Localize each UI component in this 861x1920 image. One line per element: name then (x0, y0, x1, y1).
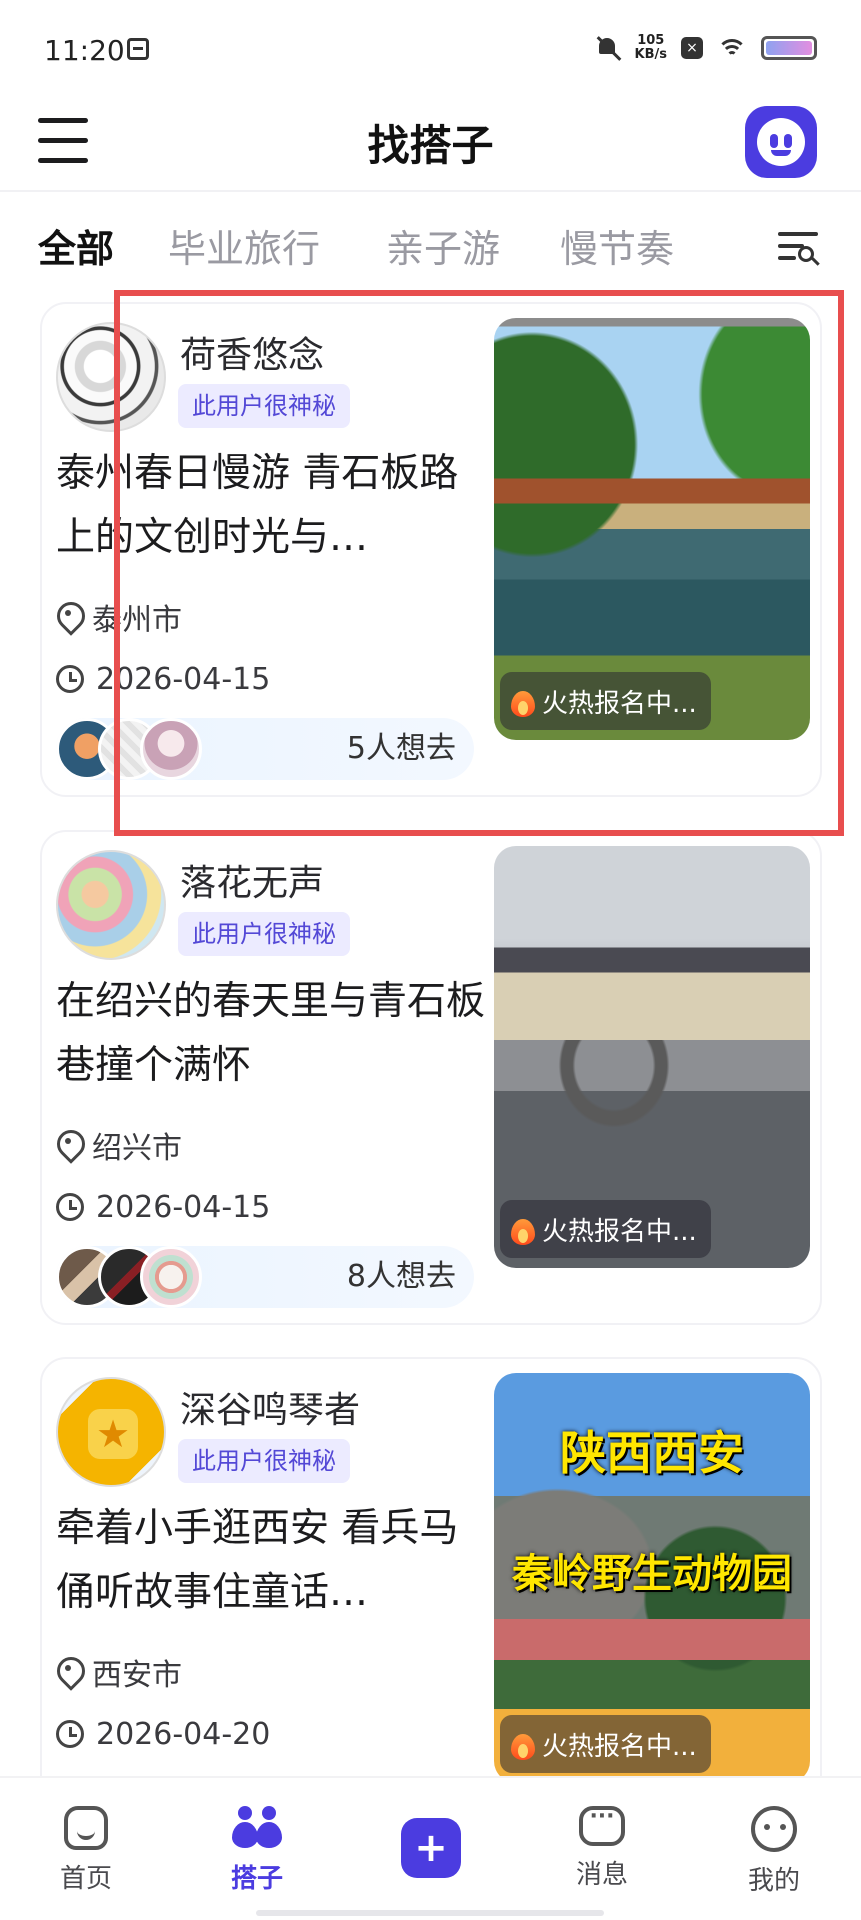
bot-face-icon (757, 118, 805, 166)
nav-messages[interactable]: 消息 (542, 1804, 662, 1891)
profile-icon (751, 1806, 797, 1852)
trip-cover-image[interactable]: 火热报名中... (494, 846, 810, 1268)
fire-icon (510, 1728, 536, 1760)
tab-all[interactable]: 全部 (38, 218, 114, 273)
clock-icon (56, 1720, 84, 1748)
fire-icon (510, 685, 536, 717)
clock-icon (56, 665, 84, 693)
avatar[interactable] (56, 322, 166, 432)
wifi-icon (717, 37, 747, 59)
hot-signup-text: 火热报名中... (542, 1731, 697, 1762)
avatar[interactable] (56, 850, 166, 960)
page-title: 找搭子 (367, 121, 494, 170)
nav-profile-label: 我的 (747, 1866, 800, 1896)
cover-caption-subtitle: 秦岭野生动物园 (512, 1551, 792, 1597)
date-text: 2026-04-15 (96, 1189, 271, 1225)
user-badge: 此用户很神秘 (178, 912, 350, 956)
tab-graduation-trip[interactable]: 毕业旅行 (168, 218, 320, 273)
battery-icon (761, 36, 817, 60)
hot-signup-tag: 火热报名中... (500, 1200, 711, 1258)
location-row: 西安市 (56, 1652, 182, 1693)
hot-signup-text: 火热报名中... (542, 688, 697, 719)
top-bar: 找搭子 (0, 96, 861, 192)
cover-caption-title: 陕西西安 (560, 1426, 744, 1480)
user-badge: 此用户很神秘 (178, 384, 350, 428)
hot-signup-tag: 火热报名中... (500, 1715, 711, 1773)
home-icon (64, 1806, 108, 1850)
status-icons: 105 KB/s × (595, 30, 817, 66)
nav-home-label: 首页 (59, 1864, 112, 1894)
location-text: 西安市 (92, 1658, 182, 1693)
trip-title[interactable]: 牵着小手逛西安 看兵马俑听故事住童话… (56, 1497, 486, 1625)
interested-count: 8人想去 (346, 1259, 456, 1294)
interested-bar[interactable]: 5人想去 (56, 718, 474, 780)
status-bar: 11:20 105 KB/s × (0, 0, 861, 96)
message-icon (579, 1804, 625, 1846)
network-speed: 105 KB/s (635, 34, 667, 62)
trip-card[interactable]: 落花无声 此用户很神秘 在绍兴的春天里与青石板巷撞个满怀 绍兴市 2026-04… (40, 830, 822, 1325)
app-screen: 11:20 105 KB/s × 找搭子 全部 毕业旅行 亲子游 慢节奏 荷香悠… (0, 0, 861, 1920)
nav-partner[interactable]: 搭子 (197, 1806, 317, 1895)
nav-profile[interactable]: 我的 (714, 1806, 834, 1897)
trip-title[interactable]: 在绍兴的春天里与青石板巷撞个满怀 (56, 970, 486, 1098)
category-tabs: 全部 毕业旅行 亲子游 慢节奏 (0, 210, 861, 280)
username[interactable]: 深谷鸣琴者 (180, 1381, 360, 1433)
bottom-navigation: 首页 搭子 + 消息 我的 (0, 1776, 861, 1920)
status-time: 11:20 (44, 34, 125, 67)
add-post-button[interactable]: + (401, 1818, 461, 1878)
username[interactable]: 荷香悠念 (180, 326, 324, 378)
date-text: 2026-04-20 (96, 1716, 271, 1752)
partner-icon (232, 1806, 282, 1850)
trip-card[interactable]: 荷香悠念 此用户很神秘 泰州春日慢游 青石板路上的文创时光与… 泰州市 2026… (40, 302, 822, 797)
user-badge: 此用户很神秘 (178, 1439, 350, 1483)
home-indicator (256, 1910, 604, 1916)
username[interactable]: 落花无声 (180, 854, 324, 906)
trip-cover-image[interactable]: 陕西西安 秦岭野生动物园 火热报名中... (494, 1373, 810, 1783)
avatar[interactable]: ★ (56, 1377, 166, 1487)
hot-signup-tag: 火热报名中... (500, 672, 711, 730)
nav-partner-label: 搭子 (230, 1864, 283, 1894)
trip-title[interactable]: 泰州春日慢游 青石板路上的文创时光与… (56, 442, 486, 570)
mute-icon (595, 35, 621, 61)
sim-off-icon: × (681, 37, 703, 59)
hot-signup-text: 火热报名中... (542, 1216, 697, 1247)
location-row: 绍兴市 (56, 1125, 182, 1166)
location-pin-icon (56, 602, 80, 632)
nav-home[interactable]: 首页 (26, 1806, 146, 1895)
network-speed-unit: KB/s (634, 47, 667, 62)
star-icon: ★ (88, 1409, 138, 1459)
nav-messages-label: 消息 (575, 1860, 628, 1890)
calendar-notification-icon (127, 38, 149, 60)
network-speed-value: 105 (637, 33, 665, 48)
date-row: 2026-04-15 (56, 1187, 270, 1227)
location-text: 泰州市 (92, 603, 182, 638)
assistant-bot-button[interactable] (745, 106, 817, 178)
trip-cover-image[interactable]: 火热报名中... (494, 318, 810, 740)
interested-user-avatar (140, 718, 202, 780)
clock-icon (56, 1193, 84, 1221)
interested-bar[interactable]: 8人想去 (56, 1246, 474, 1308)
date-row: 2026-04-15 (56, 659, 270, 699)
location-row: 泰州市 (56, 597, 182, 638)
trip-card[interactable]: ★ 深谷鸣琴者 此用户很神秘 牵着小手逛西安 看兵马俑听故事住童话… 西安市 2… (40, 1357, 822, 1817)
filter-search-icon[interactable] (774, 224, 822, 268)
header-divider (0, 190, 861, 192)
fire-icon (510, 1213, 536, 1245)
location-pin-icon (56, 1130, 80, 1160)
interested-user-avatar (140, 1246, 202, 1308)
tab-family-trip[interactable]: 亲子游 (386, 218, 500, 273)
date-text: 2026-04-15 (96, 661, 271, 697)
location-text: 绍兴市 (92, 1131, 182, 1166)
tab-slow-pace[interactable]: 慢节奏 (560, 218, 674, 273)
location-pin-icon (56, 1657, 80, 1687)
date-row: 2026-04-20 (56, 1714, 270, 1754)
interested-count: 5人想去 (346, 731, 456, 766)
